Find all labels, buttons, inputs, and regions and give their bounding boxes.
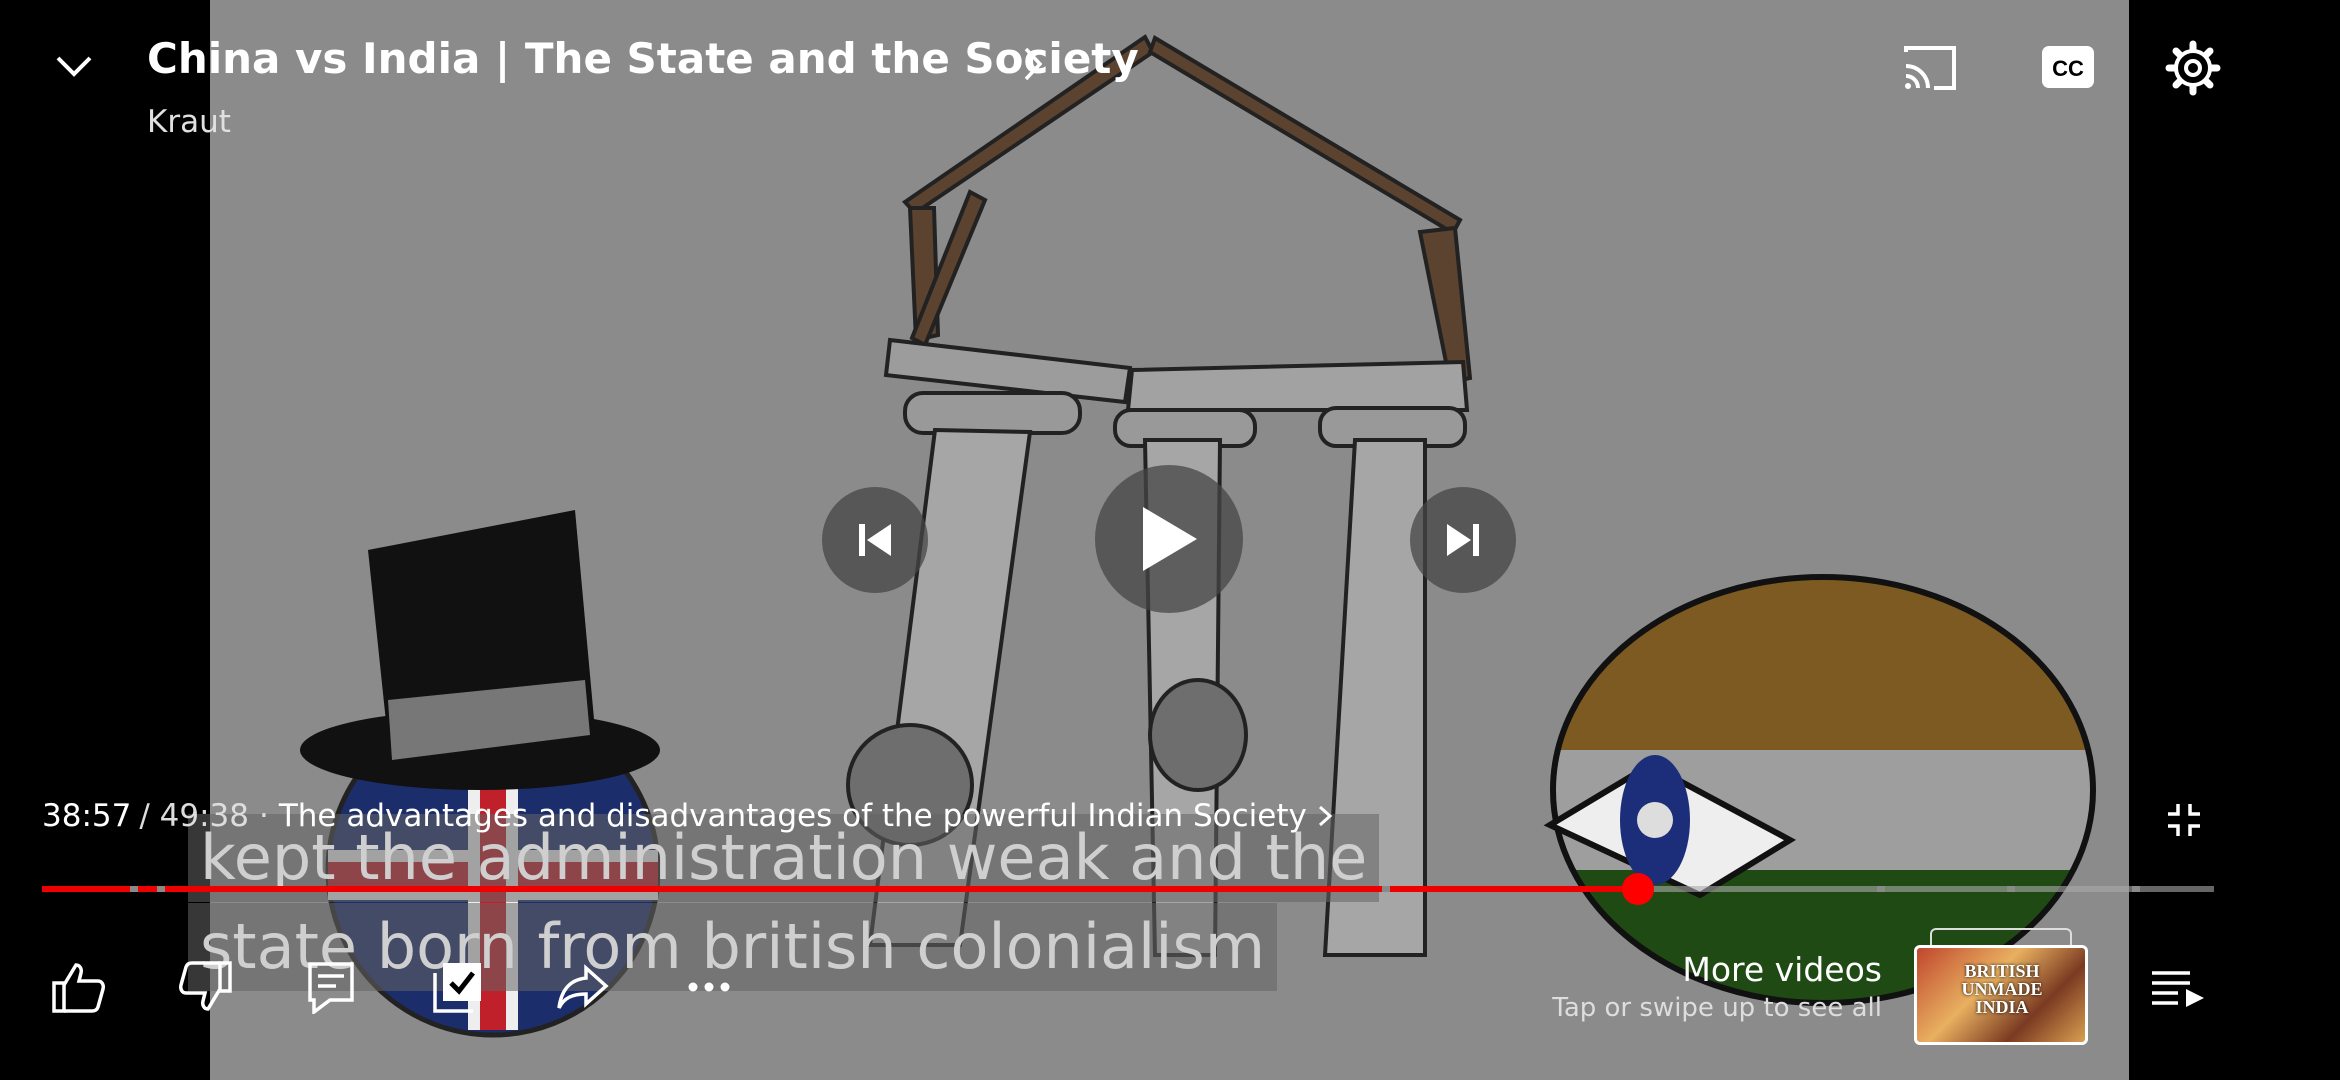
chevron-right-icon bbox=[1318, 805, 1333, 827]
chevron-right-icon bbox=[1024, 47, 1043, 81]
exit-fullscreen-button[interactable] bbox=[2160, 798, 2208, 842]
thumbnail-stack bbox=[1930, 928, 2072, 946]
share-button[interactable] bbox=[554, 958, 612, 1016]
exit-fullscreen-icon bbox=[2168, 804, 2200, 836]
like-button[interactable] bbox=[50, 958, 108, 1016]
dislike-button[interactable] bbox=[176, 958, 234, 1016]
comment-icon bbox=[308, 962, 354, 1014]
thumbs-down-icon bbox=[179, 961, 232, 1011]
save-button[interactable] bbox=[428, 958, 486, 1016]
more-actions-button[interactable] bbox=[680, 958, 738, 1016]
seek-bar[interactable] bbox=[42, 873, 2214, 905]
comments-button[interactable] bbox=[302, 958, 360, 1016]
video-title[interactable]: China vs India | The State and the Socie… bbox=[147, 34, 1139, 83]
save-to-playlist-icon bbox=[433, 963, 481, 1013]
skip-next-icon bbox=[1447, 524, 1479, 556]
seek-bar-played bbox=[42, 886, 1639, 892]
more-videos-title: More videos bbox=[1682, 950, 1882, 989]
captions-button[interactable]: CC bbox=[2042, 44, 2094, 90]
queue-icon bbox=[2152, 971, 2204, 1007]
play-icon bbox=[1143, 507, 1197, 571]
more-videos-subtitle: Tap or swipe up to see all bbox=[1552, 993, 1882, 1023]
time-chapter-row[interactable]: 38:57 / 49:38 · The advantages and disad… bbox=[42, 798, 1333, 834]
thumbnail-text: BRITISH UNMADE INDIA bbox=[1961, 961, 2043, 1017]
minimize-button[interactable] bbox=[48, 40, 100, 92]
share-icon bbox=[557, 964, 609, 1009]
closed-captions-icon: CC bbox=[2042, 46, 2094, 88]
more-videos[interactable]: More videos Tap or swipe up to see all bbox=[1552, 950, 1882, 1023]
title-expand-button[interactable] bbox=[1018, 40, 1048, 88]
chevron-down-icon bbox=[56, 56, 92, 77]
gear-icon bbox=[2165, 40, 2221, 96]
current-time: 38:57 bbox=[42, 798, 132, 834]
cast-icon bbox=[1904, 46, 1956, 90]
svg-text:CC: CC bbox=[2052, 56, 2084, 81]
cast-button[interactable] bbox=[1900, 40, 1960, 96]
settings-button[interactable] bbox=[2163, 38, 2223, 98]
more-videos-thumbnail[interactable]: BRITISH UNMADE INDIA bbox=[1914, 945, 2088, 1045]
queue-button[interactable] bbox=[2148, 965, 2208, 1011]
thumbs-up-icon bbox=[52, 963, 105, 1013]
channel-name[interactable]: Kraut bbox=[147, 104, 231, 140]
chapter-separator: · bbox=[258, 798, 269, 834]
previous-button[interactable] bbox=[822, 487, 928, 593]
chapter-title[interactable]: The advantages and disadvantages of the … bbox=[279, 798, 1307, 834]
play-button[interactable] bbox=[1095, 465, 1243, 613]
more-dots-icon bbox=[688, 982, 730, 992]
next-button[interactable] bbox=[1410, 487, 1516, 593]
skip-previous-icon bbox=[859, 524, 891, 556]
duration: / 49:38 bbox=[139, 798, 249, 834]
